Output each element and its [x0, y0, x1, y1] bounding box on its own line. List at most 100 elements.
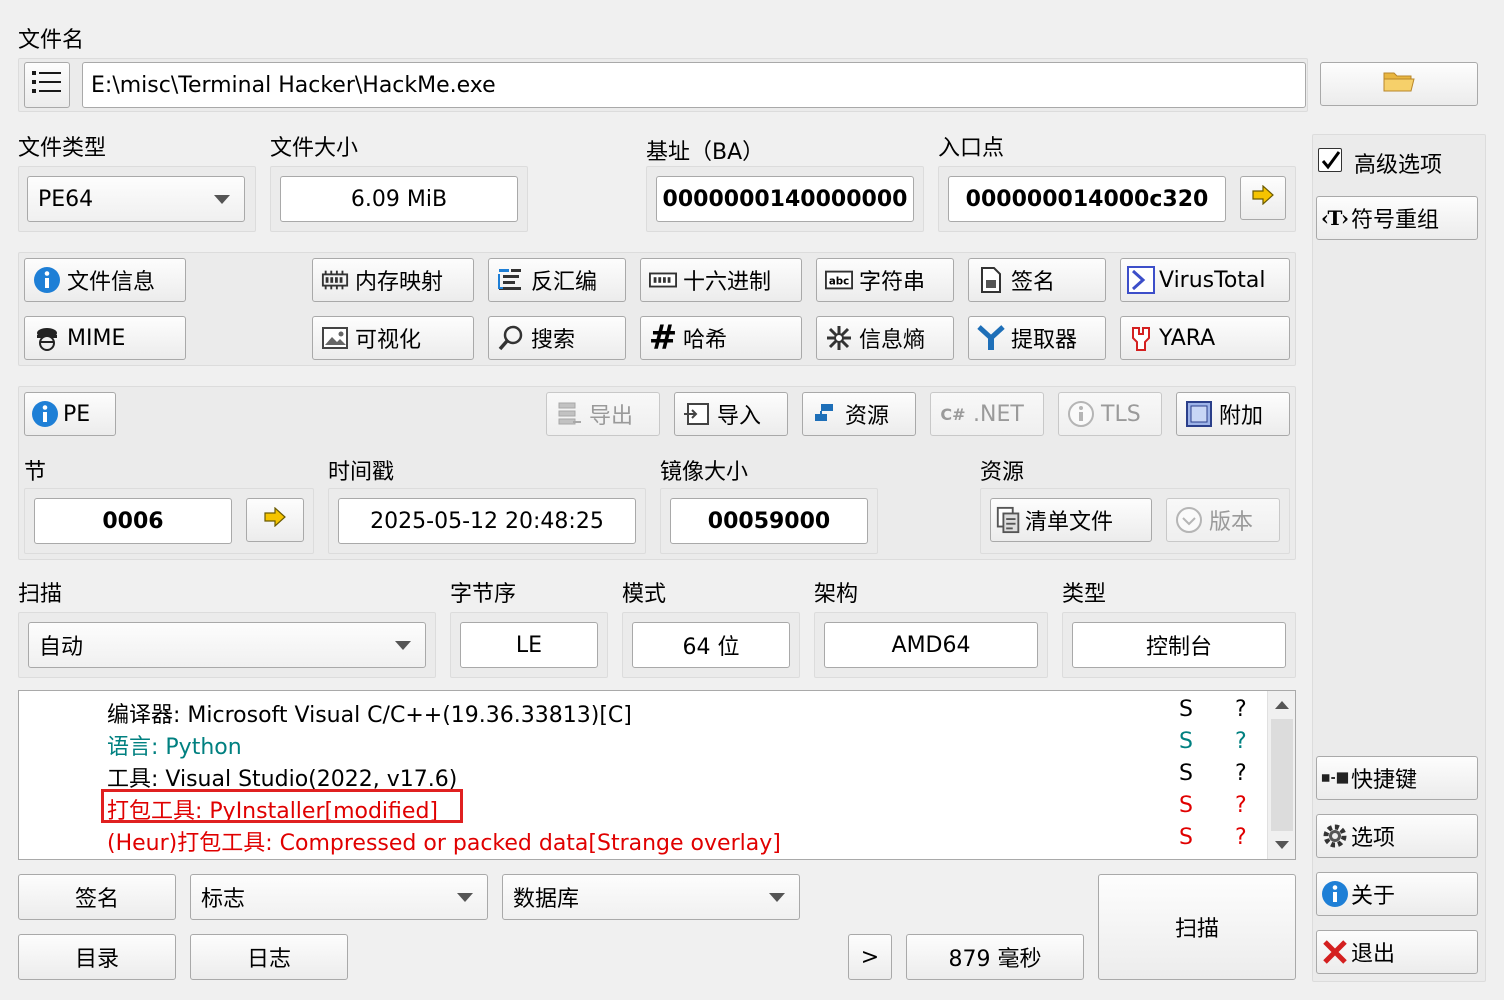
export-icon: [555, 400, 583, 428]
info-icon: [33, 266, 61, 294]
options-label: 选项: [1351, 826, 1396, 851]
image-icon: [321, 324, 349, 352]
result-row-0[interactable]: 编译器: Microsoft Visual C/C++(19.36.33813)…: [107, 697, 632, 729]
yara-label: YARA: [1159, 325, 1216, 351]
import-icon: [683, 400, 711, 428]
goto-entry-button[interactable]: [1240, 176, 1286, 220]
info-icon: [31, 400, 59, 428]
virustotal-icon: [1127, 266, 1155, 294]
advanced-label: 高级选项: [1354, 153, 1443, 178]
yara-button[interactable]: YARA: [1120, 316, 1290, 360]
result-q-flag: ?: [1235, 729, 1247, 754]
info-icon: [1067, 400, 1095, 428]
virustotal-button[interactable]: VirusTotal: [1120, 258, 1290, 302]
extractor-label: 提取器: [1011, 328, 1078, 353]
tls-button[interactable]: TLS: [1058, 392, 1162, 436]
visualize-button[interactable]: 可视化: [312, 316, 474, 360]
more-button[interactable]: >: [848, 934, 892, 980]
folder-icon: [1383, 69, 1415, 99]
about-button[interactable]: 关于: [1316, 872, 1478, 916]
info-icon: [1321, 880, 1349, 908]
resources-button[interactable]: 资源: [802, 392, 916, 436]
search-button[interactable]: 搜索: [488, 316, 626, 360]
result-row-4[interactable]: (Heur)打包工具: Compressed or packed data[St…: [107, 825, 781, 857]
base-address-label: 基址（BA）: [646, 140, 765, 165]
resources-label: 资源: [845, 404, 890, 429]
highlight-box: [101, 789, 463, 823]
file-path-field[interactable]: E:\misc\Terminal Hacker\HackMe.exe: [82, 62, 1306, 108]
flags-select[interactable]: 标志: [190, 874, 488, 920]
exit-button[interactable]: 退出: [1316, 930, 1478, 974]
shortcuts-button[interactable]: 快捷键: [1316, 756, 1478, 800]
file-type-select[interactable]: PE64: [27, 176, 245, 222]
version-button[interactable]: 版本: [1166, 498, 1280, 542]
gear-icon: [1321, 822, 1349, 850]
symbol-demangle-button[interactable]: ‹T› 符号重组: [1316, 196, 1478, 240]
imports-button[interactable]: 导入: [674, 392, 788, 436]
version-label: 版本: [1209, 510, 1254, 535]
file-list-button[interactable]: [24, 62, 70, 108]
pe-button[interactable]: PE: [24, 392, 116, 436]
svg-text:‹T›: ‹T›: [1321, 206, 1349, 230]
result-q-flag: ?: [1235, 761, 1247, 786]
text-tag-icon: ‹T›: [1321, 204, 1349, 232]
result-row-1[interactable]: 语言: Python: [107, 729, 242, 761]
exit-label: 退出: [1351, 942, 1396, 967]
csharp-icon: C#: [940, 404, 966, 424]
results-scrollbar[interactable]: [1267, 691, 1295, 859]
entropy-button[interactable]: 信息熵: [816, 316, 954, 360]
disassembly-button[interactable]: 反汇编: [488, 258, 626, 302]
chevron-down-icon: [214, 195, 230, 204]
signatures-button[interactable]: 签名: [18, 874, 176, 920]
file-info-button[interactable]: 文件信息: [24, 258, 186, 302]
memory-chip-icon: [321, 266, 349, 294]
exports-button[interactable]: 导出: [546, 392, 660, 436]
scan-button[interactable]: 扫描: [1098, 874, 1296, 980]
open-file-button[interactable]: [1320, 62, 1478, 106]
entry-point-value: 000000014000c320: [948, 176, 1226, 222]
manifest-label: 清单文件: [1025, 510, 1114, 535]
options-button[interactable]: 选项: [1316, 814, 1478, 858]
dotnet-label: .NET: [973, 401, 1024, 427]
scroll-down-icon[interactable]: [1275, 841, 1289, 849]
file-size-label: 文件大小: [270, 136, 359, 161]
endianness-value: LE: [460, 622, 598, 668]
pe-label: PE: [63, 401, 91, 427]
scroll-up-icon[interactable]: [1275, 701, 1289, 709]
mime-button[interactable]: MIME: [24, 316, 186, 360]
result-s-flag: S: [1179, 793, 1193, 818]
manifest-button[interactable]: 清单文件: [990, 498, 1152, 542]
results-list[interactable]: 编译器: Microsoft Visual C/C++(19.36.33813)…: [18, 690, 1296, 860]
sections-goto-button[interactable]: [246, 498, 304, 542]
sections-count-value: 0006: [34, 498, 232, 544]
scroll-thumb[interactable]: [1271, 719, 1293, 831]
memory-map-button[interactable]: 内存映射: [312, 258, 474, 302]
mime-hat-icon: [33, 324, 61, 352]
scan-mode-select[interactable]: 自动: [28, 622, 426, 668]
advanced-checkbox[interactable]: [1318, 148, 1342, 172]
result-text: (Heur)打包工具: Compressed or packed data[St…: [107, 831, 781, 856]
directory-button[interactable]: 目录: [18, 934, 176, 980]
extractor-button[interactable]: 提取器: [968, 316, 1106, 360]
result-text: 语言: Python: [107, 735, 242, 760]
entropy-label: 信息熵: [859, 328, 926, 353]
resources-icon: [811, 400, 839, 428]
overlay-label: 附加: [1219, 404, 1264, 429]
log-button[interactable]: 日志: [190, 934, 348, 980]
base-address-value: 0000000140000000: [656, 176, 914, 222]
result-text: 编译器: Microsoft Visual C/C++(19.36.33813)…: [107, 703, 632, 728]
disassembly-icon: [497, 266, 525, 294]
dotnet-button[interactable]: C# .NET: [930, 392, 1044, 436]
chevron-down-icon: [769, 893, 785, 902]
arrow-right-icon: [264, 506, 286, 533]
shortcut-icon: [1321, 764, 1349, 792]
overlay-button[interactable]: 附加: [1176, 392, 1290, 436]
hash-button[interactable]: # 哈希: [640, 316, 802, 360]
signature-button[interactable]: 签名: [968, 258, 1106, 302]
tls-label: TLS: [1101, 401, 1141, 427]
document-icon: [977, 266, 1005, 294]
strings-button[interactable]: abc 字符串: [816, 258, 954, 302]
database-select[interactable]: 数据库: [502, 874, 800, 920]
result-s-flag: S: [1179, 825, 1193, 850]
hex-button[interactable]: 十六进制: [640, 258, 802, 302]
